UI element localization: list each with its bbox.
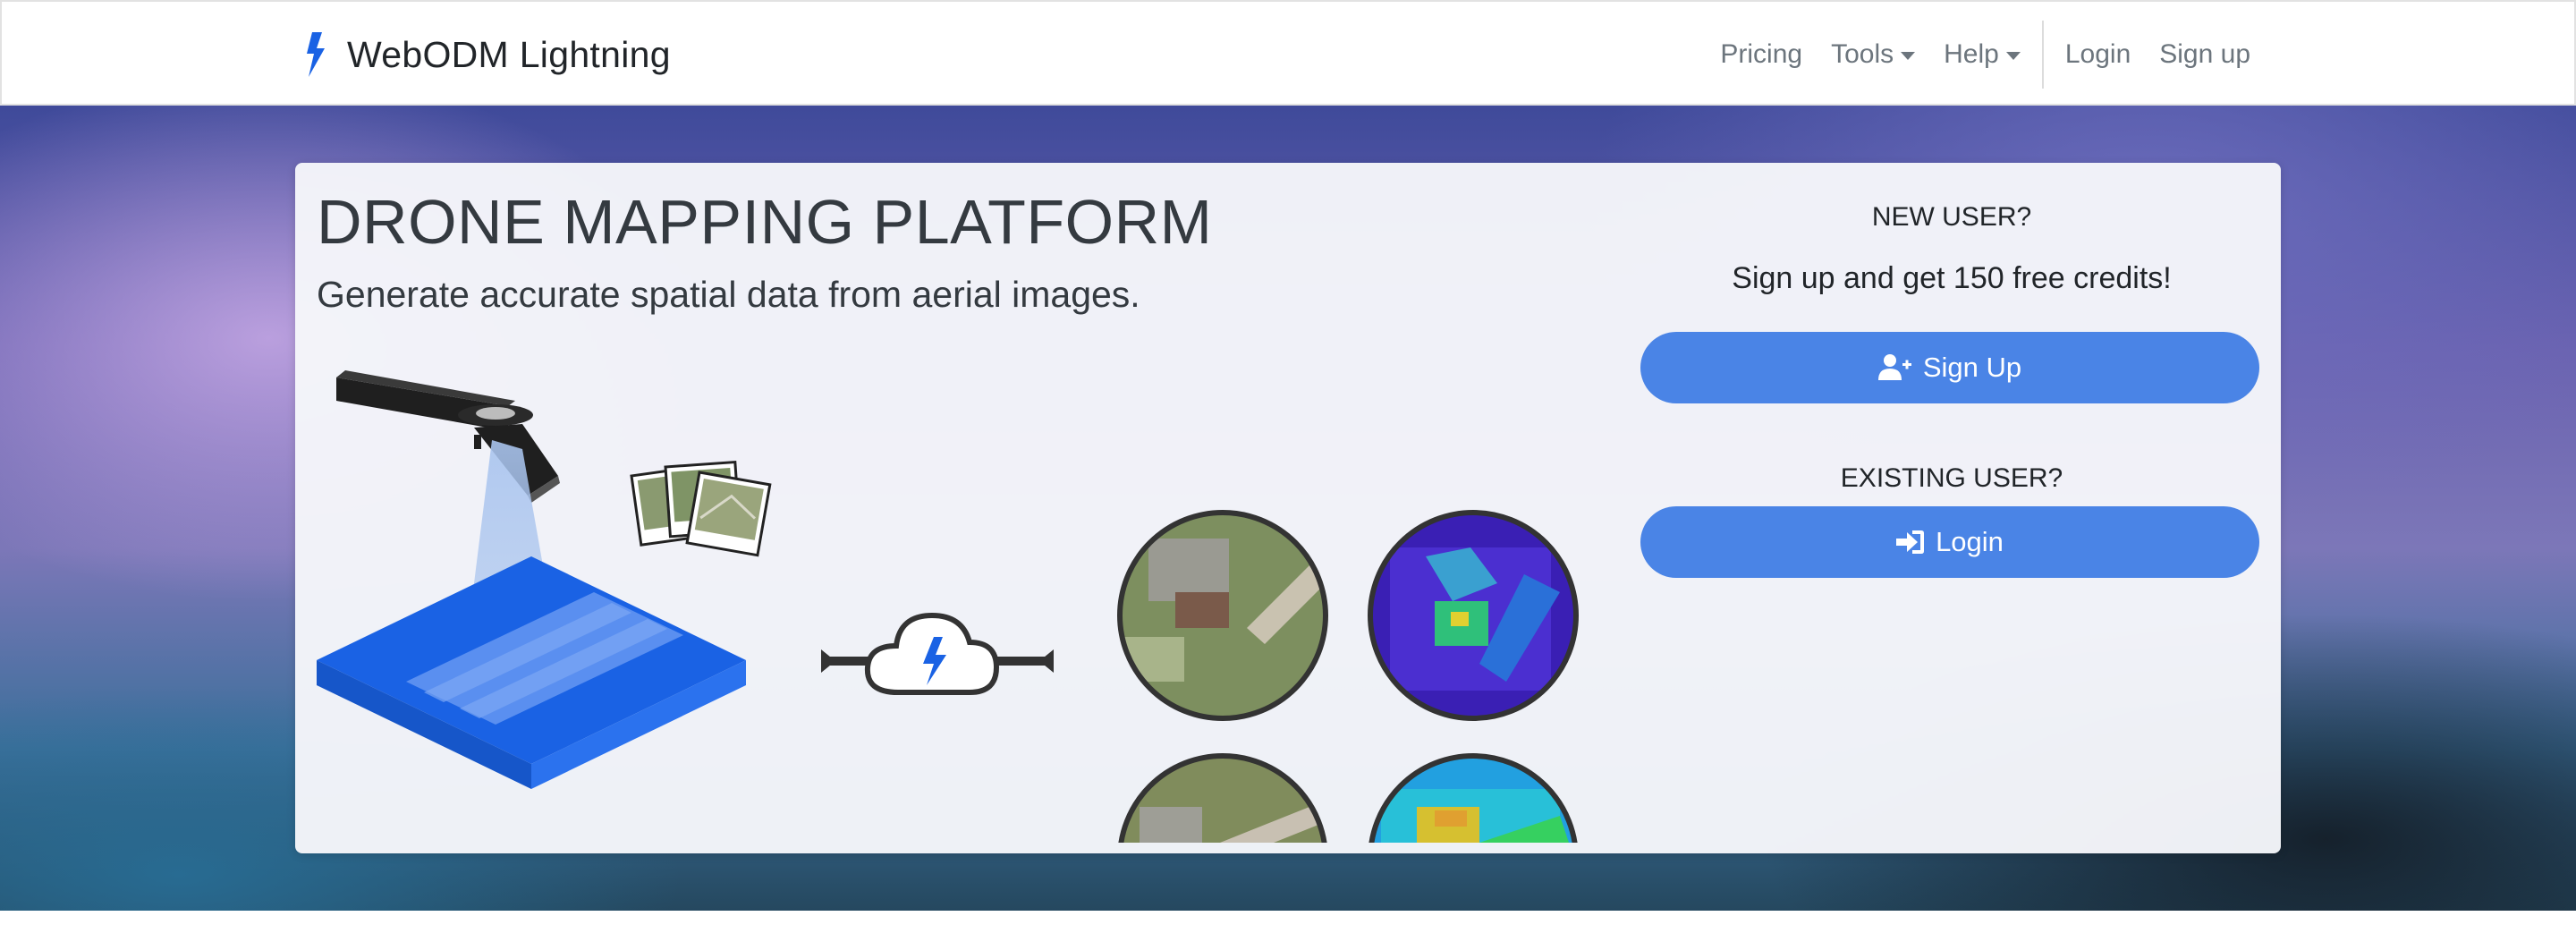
nav-login[interactable]: Login [2051,39,2145,70]
nav-tools-dropdown[interactable]: Tools [1817,39,1929,70]
page-subtitle: Generate accurate spatial data from aeri… [317,274,1140,315]
existing-user-label: EXISTING USER? [1840,463,2063,493]
caret-down-icon [2005,51,2021,60]
sign-in-icon [1896,530,1925,554]
cloud-processing-icon [821,612,1054,695]
login-button-label: Login [1936,526,2004,557]
point-cloud-output-icon [1368,753,1578,843]
lightning-bolt-icon [307,32,325,77]
hero-card: DRONE MAPPING PLATFORM Generate accurate… [295,163,2281,853]
nav-help-label: Help [1944,39,1999,69]
3d-model-output-icon [1118,753,1327,843]
login-button[interactable]: Login [1640,506,2259,578]
signup-button-label: Sign Up [1922,352,2022,383]
user-plus-icon [1877,354,1911,380]
workflow-illustration [317,370,1579,843]
brand-link[interactable]: WebODM Lightning [304,30,671,79]
nav-divider [2041,21,2044,89]
orthophoto-output-icon [1117,510,1328,721]
promo-text: Sign up and get 150 free credits! [1732,261,2172,295]
elevation-model-output-icon [1368,510,1579,721]
nav-signup[interactable]: Sign up [2145,39,2265,70]
page-title: DRONE MAPPING PLATFORM [317,187,1213,257]
nav-help-dropdown[interactable]: Help [1929,39,2035,70]
nav-pricing[interactable]: Pricing [1706,39,1817,70]
top-navbar: WebODM Lightning Pricing Tools Help Logi… [0,0,2576,106]
map-block-icon [317,556,746,789]
caret-down-icon [1901,51,1916,60]
new-user-label: NEW USER? [1871,202,2032,232]
nav-links: Pricing Tools Help Login Sign up [1706,21,2265,89]
brand-name: WebODM Lightning [347,33,671,75]
signup-button[interactable]: Sign Up [1640,332,2259,403]
nav-tools-label: Tools [1831,39,1894,69]
photos-icon [630,460,772,557]
